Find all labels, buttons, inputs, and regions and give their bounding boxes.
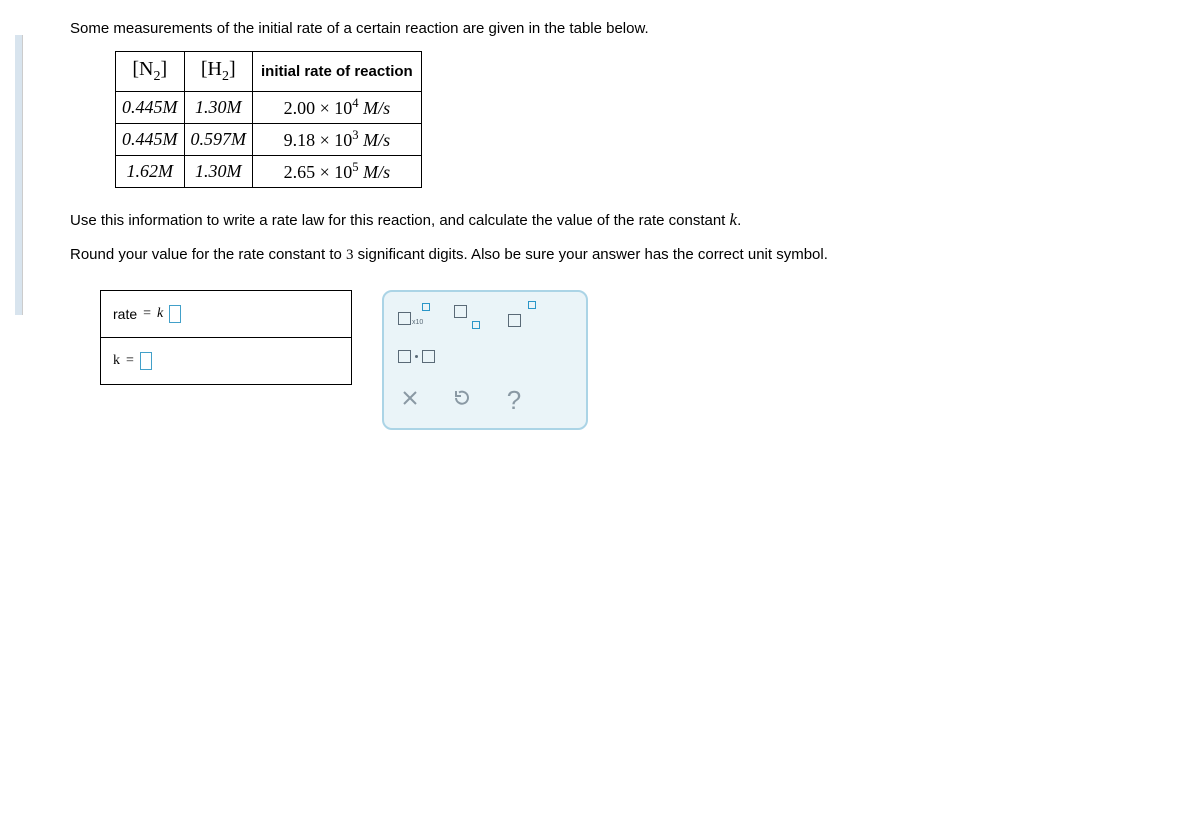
times: × 10 xyxy=(315,98,352,118)
val: 0.445 xyxy=(122,129,163,149)
unit: M xyxy=(227,97,242,117)
text: Round your value for the rate constant t… xyxy=(70,246,346,263)
header-n2: [N2] xyxy=(116,52,185,92)
toolbox-row-3: ? xyxy=(398,385,572,416)
box-icon xyxy=(398,350,411,363)
box-icon xyxy=(398,312,411,325)
k-value-row: k = xyxy=(101,338,351,384)
cell-n2: 1.62M xyxy=(116,156,185,188)
val: 0.445 xyxy=(122,97,163,117)
table-body: 0.445M 1.30M 2.00 × 104 M/s 0.445M 0.597… xyxy=(116,92,422,188)
data-table: [N2] [H2] initial rate of reaction 0.445… xyxy=(115,51,422,188)
coef: 2.00 xyxy=(284,98,316,118)
equals: = xyxy=(143,306,151,322)
x10-label: x10 xyxy=(412,319,423,326)
rate-constant-k: k xyxy=(730,210,738,229)
n2-post: ] xyxy=(160,58,167,80)
question-content: Some measurements of the initial rate of… xyxy=(0,0,1200,450)
box-icon xyxy=(508,314,521,327)
cell-n2: 0.445M xyxy=(116,124,185,156)
unit: M xyxy=(158,161,173,181)
dot-icon xyxy=(415,355,418,358)
unit: M/s xyxy=(359,98,391,118)
n2-pre: [N xyxy=(132,58,153,80)
rate-equation-row: rate = k xyxy=(101,291,351,338)
close-icon xyxy=(400,388,420,408)
rate-input[interactable] xyxy=(169,305,181,323)
multiply-dot-button[interactable] xyxy=(398,350,435,363)
toolbox-row-1: x10 xyxy=(398,304,572,328)
table-row: 1.62M 1.30M 2.65 × 105 M/s xyxy=(116,156,422,188)
header-h2: [H2] xyxy=(184,52,253,92)
unit: M xyxy=(227,161,242,181)
help-button[interactable]: ? xyxy=(502,385,526,416)
table-header-row: [N2] [H2] initial rate of reaction xyxy=(116,52,422,92)
val: 1.62 xyxy=(127,161,159,181)
h2-pre: [H xyxy=(201,58,222,80)
coef: 9.18 xyxy=(284,130,316,150)
instruction-2: Round your value for the rate constant t… xyxy=(70,246,1140,264)
text: Use this information to write a rate law… xyxy=(70,212,730,229)
cell-h2: 0.597M xyxy=(184,124,253,156)
intro-text: Some measurements of the initial rate of… xyxy=(70,20,1140,37)
rate-label: rate xyxy=(113,306,137,322)
answer-box: rate = k k = xyxy=(100,290,352,385)
page-left-border xyxy=(15,35,23,315)
val: 0.597 xyxy=(191,129,232,149)
h2-post: ] xyxy=(229,58,236,80)
k-input[interactable] xyxy=(140,352,152,370)
header-rate: initial rate of reaction xyxy=(253,52,422,92)
box-icon xyxy=(422,350,435,363)
instruction-1: Use this information to write a rate law… xyxy=(70,210,1140,230)
val: 1.30 xyxy=(195,97,227,117)
k-symbol: k xyxy=(157,306,163,322)
text: significant digits. Also be sure your an… xyxy=(354,246,828,263)
exp-box-icon xyxy=(422,303,430,311)
sci-notation-button[interactable]: x10 xyxy=(398,304,426,328)
box-icon xyxy=(454,305,467,318)
reset-button[interactable] xyxy=(450,387,474,415)
unit: M/s xyxy=(359,130,391,150)
unit: M xyxy=(231,129,246,149)
times: × 10 xyxy=(315,162,352,182)
val: 1.30 xyxy=(195,161,227,181)
k-label: k xyxy=(113,353,120,369)
table-row: 0.445M 0.597M 9.18 × 103 M/s xyxy=(116,124,422,156)
cell-n2: 0.445M xyxy=(116,92,185,124)
symbol-toolbox: x10 xyxy=(382,290,588,430)
unit: M/s xyxy=(359,162,391,182)
undo-icon xyxy=(451,387,473,409)
unit: M xyxy=(163,129,178,149)
clear-button[interactable] xyxy=(398,388,422,414)
times: × 10 xyxy=(315,130,352,150)
cell-h2: 1.30M xyxy=(184,92,253,124)
text: . xyxy=(737,212,741,229)
unit: M xyxy=(163,97,178,117)
sup-box-icon xyxy=(528,301,536,309)
sub-box-icon xyxy=(472,321,480,329)
equals: = xyxy=(126,353,134,369)
cell-h2: 1.30M xyxy=(184,156,253,188)
subscript-button[interactable] xyxy=(454,305,480,327)
coef: 2.65 xyxy=(284,162,316,182)
cell-rate: 2.65 × 105 M/s xyxy=(253,156,422,188)
table-row: 0.445M 1.30M 2.00 × 104 M/s xyxy=(116,92,422,124)
superscript-button[interactable] xyxy=(508,305,534,327)
h2-sub: 2 xyxy=(222,69,229,84)
sigfigs: 3 xyxy=(346,247,354,263)
cell-rate: 2.00 × 104 M/s xyxy=(253,92,422,124)
cell-rate: 9.18 × 103 M/s xyxy=(253,124,422,156)
answer-area: rate = k k = x10 xyxy=(100,290,1140,430)
toolbox-row-2 xyxy=(398,350,572,363)
